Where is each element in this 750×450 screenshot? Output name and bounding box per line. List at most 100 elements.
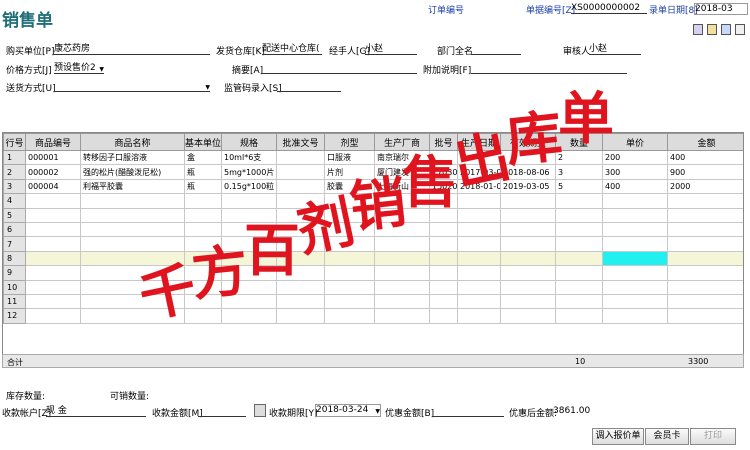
table-cell[interactable] [457, 236, 501, 252]
table-cell[interactable] [276, 250, 325, 267]
supervise-field[interactable] [277, 81, 341, 92]
table-cell[interactable] [667, 308, 743, 324]
import-quote-button[interactable]: 调入报价单 [592, 428, 644, 445]
table-cell[interactable] [667, 265, 743, 281]
table-cell[interactable]: 2019-03-05 [500, 178, 556, 195]
table-cell[interactable] [429, 293, 458, 310]
table-cell[interactable]: 瓶 [184, 178, 222, 195]
summary-field[interactable] [261, 63, 417, 74]
table-cell[interactable]: 胶囊 [324, 178, 375, 195]
table-cell[interactable] [374, 308, 430, 324]
table-cell[interactable] [25, 279, 81, 295]
table-cell[interactable] [80, 207, 185, 223]
warehouse-field[interactable]: 配送中心仓库( [262, 44, 322, 55]
doc-no-field[interactable]: XS0000000002 [571, 3, 647, 14]
table-cell[interactable] [221, 308, 277, 324]
table-cell[interactable] [457, 207, 501, 223]
table-cell[interactable] [429, 308, 458, 324]
table-cell[interactable] [25, 293, 81, 310]
table-cell[interactable] [276, 149, 325, 166]
table-cell[interactable] [184, 193, 222, 209]
table-cell[interactable]: 盒 [184, 149, 222, 166]
table-cell[interactable] [25, 193, 81, 209]
calculator-icon[interactable] [254, 404, 266, 417]
table-cell[interactable] [80, 236, 185, 252]
table-cell[interactable] [602, 236, 668, 252]
table-cell[interactable] [500, 250, 556, 267]
table-cell[interactable] [324, 236, 375, 252]
table-cell[interactable]: 2 [555, 149, 603, 166]
table-cell[interactable] [374, 236, 430, 252]
table-cell[interactable] [184, 207, 222, 223]
column-header[interactable]: 批准文号 [276, 133, 325, 151]
buyer-field[interactable]: 康芯药房 [54, 44, 210, 55]
table-cell[interactable] [667, 279, 743, 295]
table-cell[interactable]: 2018-08-06 [500, 164, 556, 180]
table-cell[interactable] [324, 265, 375, 281]
table-cell[interactable]: 2000 [667, 178, 743, 195]
table-cell[interactable] [500, 207, 556, 223]
table-cell[interactable] [602, 265, 668, 281]
table-cell[interactable] [500, 193, 556, 209]
table-cell[interactable] [429, 279, 458, 295]
entry-date-field[interactable]: 2018-03 [694, 3, 748, 15]
print-button[interactable]: 打印 [690, 428, 736, 445]
table-row[interactable]: 9 [3, 265, 743, 281]
table-cell[interactable] [25, 265, 81, 281]
table-cell[interactable] [667, 250, 743, 267]
table-cell[interactable] [324, 207, 375, 223]
note-field[interactable] [471, 63, 627, 74]
table-cell[interactable] [500, 265, 556, 281]
table-cell[interactable] [500, 293, 556, 310]
column-header[interactable]: 金额 [667, 133, 743, 151]
table-cell[interactable] [602, 308, 668, 324]
table-cell[interactable] [221, 265, 277, 281]
table-cell[interactable] [555, 207, 603, 223]
column-header[interactable]: 商品编号 [25, 133, 81, 151]
table-cell[interactable] [25, 236, 81, 252]
table-cell[interactable]: 利福平胶囊 [80, 178, 185, 195]
table-cell[interactable] [276, 207, 325, 223]
table-cell[interactable] [429, 193, 458, 209]
table-row[interactable]: 10 [3, 279, 743, 295]
table-cell[interactable] [429, 236, 458, 252]
table-cell[interactable] [555, 250, 603, 267]
table-cell[interactable] [429, 221, 458, 238]
table-cell[interactable] [429, 250, 458, 267]
table-cell[interactable] [221, 221, 277, 238]
table-cell[interactable] [276, 293, 325, 310]
table-cell[interactable]: 000001 [25, 149, 81, 166]
table-cell[interactable]: 000002 [25, 164, 81, 180]
table-cell[interactable] [500, 149, 556, 166]
table-cell[interactable] [276, 308, 325, 324]
column-header[interactable]: 规格 [221, 133, 277, 151]
table-row[interactable]: 12 [3, 308, 743, 324]
table-cell[interactable] [374, 221, 430, 238]
table-cell[interactable]: 2017-03-05 [457, 164, 501, 180]
table-cell[interactable] [276, 236, 325, 252]
table-cell[interactable] [429, 149, 458, 166]
table-cell[interactable] [457, 279, 501, 295]
table-cell[interactable]: 000004 [25, 178, 81, 195]
column-header[interactable]: 生产日期 [457, 133, 501, 151]
column-header[interactable]: 行号 [3, 133, 26, 151]
table-cell[interactable]: 2018-01-02 [457, 178, 501, 195]
table-cell[interactable] [276, 193, 325, 209]
doc-icon[interactable] [735, 24, 745, 35]
table-cell[interactable] [324, 221, 375, 238]
table-cell[interactable] [602, 279, 668, 295]
table-cell[interactable] [374, 193, 430, 209]
table-cell[interactable]: 150205 [429, 178, 458, 195]
table-cell[interactable] [500, 236, 556, 252]
table-cell[interactable] [457, 308, 501, 324]
table-cell[interactable] [602, 250, 668, 267]
table-cell[interactable] [184, 279, 222, 295]
table-cell[interactable] [184, 221, 222, 238]
table-cell[interactable] [221, 279, 277, 295]
table-cell[interactable]: 400 [667, 149, 743, 166]
table-cell[interactable] [80, 265, 185, 281]
table-cell[interactable] [457, 149, 501, 166]
table-cell[interactable] [25, 250, 81, 267]
table-cell[interactable] [184, 265, 222, 281]
table-cell[interactable] [374, 293, 430, 310]
